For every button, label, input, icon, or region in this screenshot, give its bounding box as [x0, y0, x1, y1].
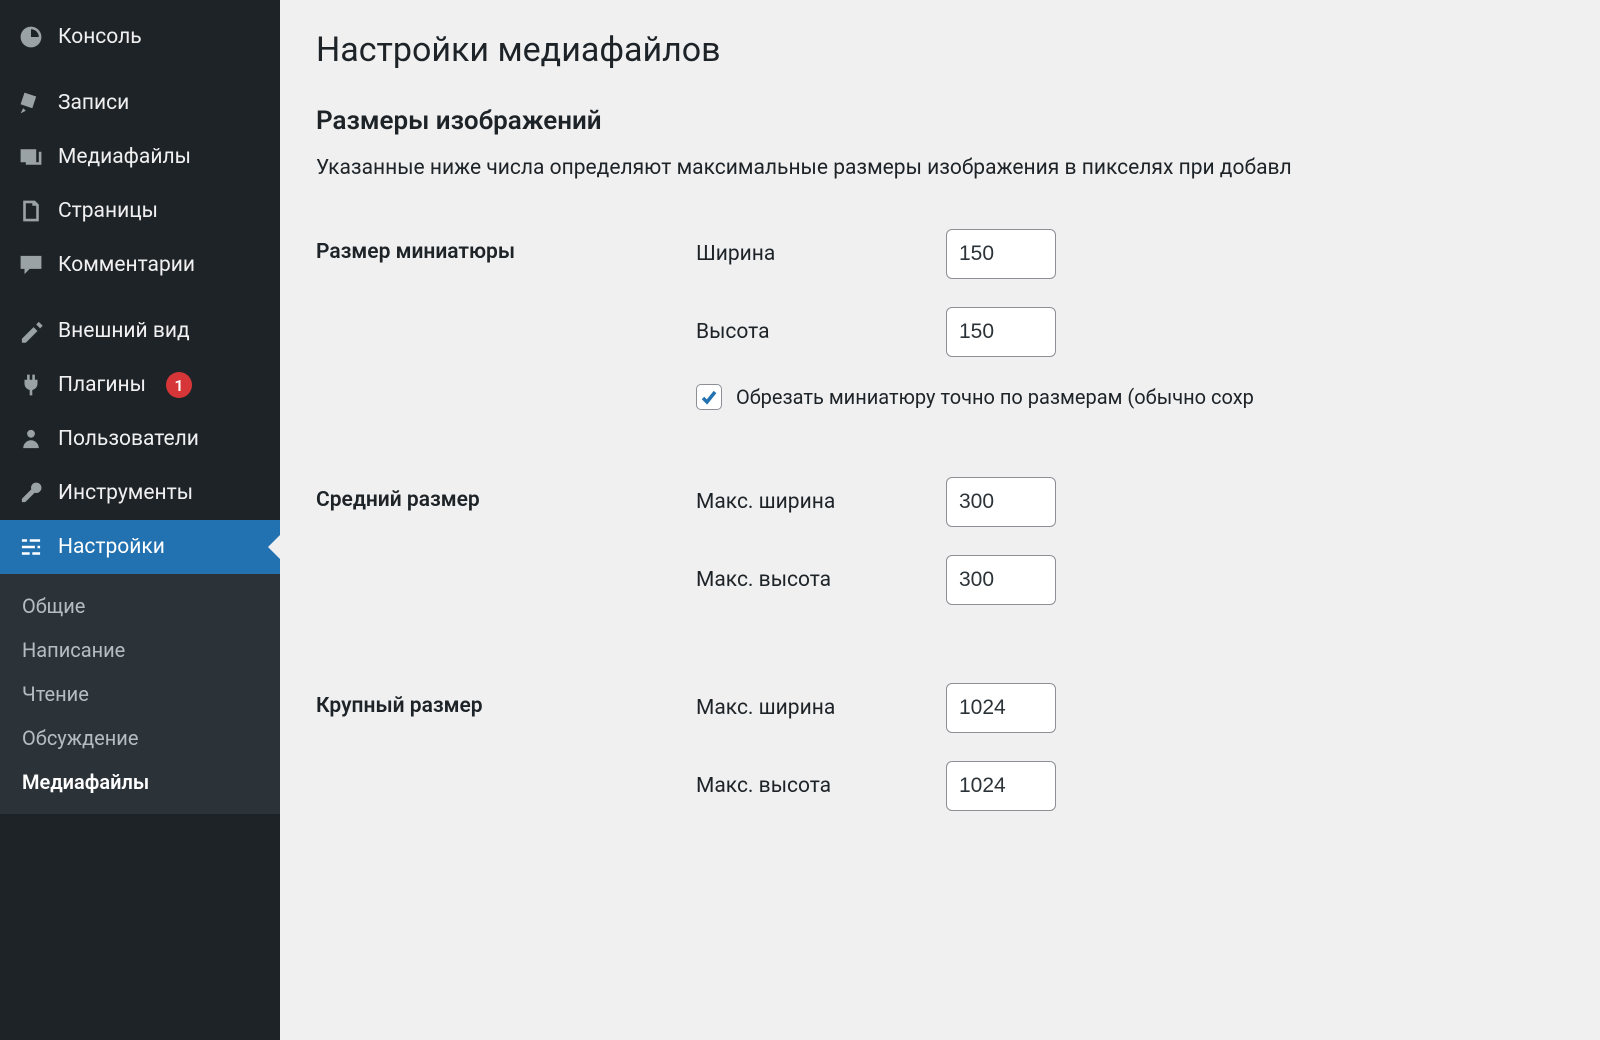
admin-sidebar: Консоль Записи Медиафайлы Страницы Комме…: [0, 0, 280, 1040]
max-width-label: Макс. ширина: [696, 490, 946, 514]
sidebar-item-label: Страницы: [58, 199, 158, 223]
height-label: Высота: [696, 320, 946, 344]
sidebar-item-label: Комментарии: [58, 253, 195, 277]
thumbnail-crop-checkbox[interactable]: [696, 384, 722, 410]
sidebar-item-label: Внешний вид: [58, 319, 190, 343]
thumbnail-crop-label: Обрезать миниатюру точно по размерам (об…: [736, 385, 1254, 409]
pin-icon: [18, 90, 44, 116]
media-settings-table: Размер миниатюры Ширина Высота Обрезать …: [316, 220, 1264, 830]
pages-icon: [18, 198, 44, 224]
check-icon: [699, 387, 719, 407]
appearance-icon: [18, 318, 44, 344]
large-width-input[interactable]: [946, 683, 1056, 733]
thumbnail-size-label: Размер миниатюры: [316, 220, 686, 418]
thumbnail-width-input[interactable]: [946, 229, 1056, 279]
medium-size-label: Средний размер: [316, 468, 686, 624]
sidebar-item-posts[interactable]: Записи: [0, 76, 280, 130]
section-description: Указанные ниже числа определяют максимал…: [316, 156, 1600, 180]
sidebar-item-label: Инструменты: [58, 481, 193, 505]
plugins-icon: [18, 372, 44, 398]
settings-icon: [18, 534, 44, 560]
sidebar-item-label: Записи: [58, 91, 129, 115]
users-icon: [18, 426, 44, 452]
tools-icon: [18, 480, 44, 506]
sidebar-item-media[interactable]: Медиафайлы: [0, 130, 280, 184]
large-width-row: Макс. ширина: [696, 682, 1254, 734]
sidebar-item-appearance[interactable]: Внешний вид: [0, 304, 280, 358]
medium-width-row: Макс. ширина: [696, 476, 1254, 528]
sidebar-item-label: Пользователи: [58, 427, 199, 451]
medium-height-row: Макс. высота: [696, 554, 1254, 606]
thumbnail-width-row: Ширина: [696, 228, 1254, 280]
thumbnail-height-input[interactable]: [946, 307, 1056, 357]
media-icon: [18, 144, 44, 170]
max-height-label: Макс. высота: [696, 774, 946, 798]
sidebar-item-label: Медиафайлы: [58, 145, 191, 169]
submenu-item-media[interactable]: Медиафайлы: [0, 760, 280, 804]
sidebar-item-label: Настройки: [58, 535, 165, 559]
large-height-input[interactable]: [946, 761, 1056, 811]
max-height-label: Макс. высота: [696, 568, 946, 592]
sidebar-item-label: Консоль: [58, 25, 142, 49]
thumbnail-crop-row: Обрезать миниатюру точно по размерам (об…: [696, 384, 1254, 410]
max-width-label: Макс. ширина: [696, 696, 946, 720]
sidebar-item-comments[interactable]: Комментарии: [0, 238, 280, 292]
comments-icon: [18, 252, 44, 278]
medium-height-input[interactable]: [946, 555, 1056, 605]
submenu-item-general[interactable]: Общие: [0, 584, 280, 628]
section-title: Размеры изображений: [316, 106, 1600, 136]
thumbnail-height-row: Высота: [696, 306, 1254, 358]
update-badge: 1: [166, 372, 192, 398]
dashboard-icon: [18, 24, 44, 50]
width-label: Ширина: [696, 242, 946, 266]
sidebar-item-pages[interactable]: Страницы: [0, 184, 280, 238]
settings-content: Настройки медиафайлов Размеры изображени…: [280, 0, 1600, 1040]
submenu-item-reading[interactable]: Чтение: [0, 672, 280, 716]
settings-submenu: Общие Написание Чтение Обсуждение Медиаф…: [0, 574, 280, 814]
submenu-item-writing[interactable]: Написание: [0, 628, 280, 672]
submenu-item-discussion[interactable]: Обсуждение: [0, 716, 280, 760]
medium-width-input[interactable]: [946, 477, 1056, 527]
sidebar-item-plugins[interactable]: Плагины 1: [0, 358, 280, 412]
sidebar-item-users[interactable]: Пользователи: [0, 412, 280, 466]
menu-separator: [0, 64, 280, 76]
page-title: Настройки медиафайлов: [316, 30, 1600, 70]
menu-separator: [0, 292, 280, 304]
sidebar-item-tools[interactable]: Инструменты: [0, 466, 280, 520]
large-height-row: Макс. высота: [696, 760, 1254, 812]
large-size-label: Крупный размер: [316, 674, 686, 830]
sidebar-item-settings[interactable]: Настройки: [0, 520, 280, 574]
sidebar-item-dashboard[interactable]: Консоль: [0, 10, 280, 64]
sidebar-item-label: Плагины: [58, 373, 146, 397]
